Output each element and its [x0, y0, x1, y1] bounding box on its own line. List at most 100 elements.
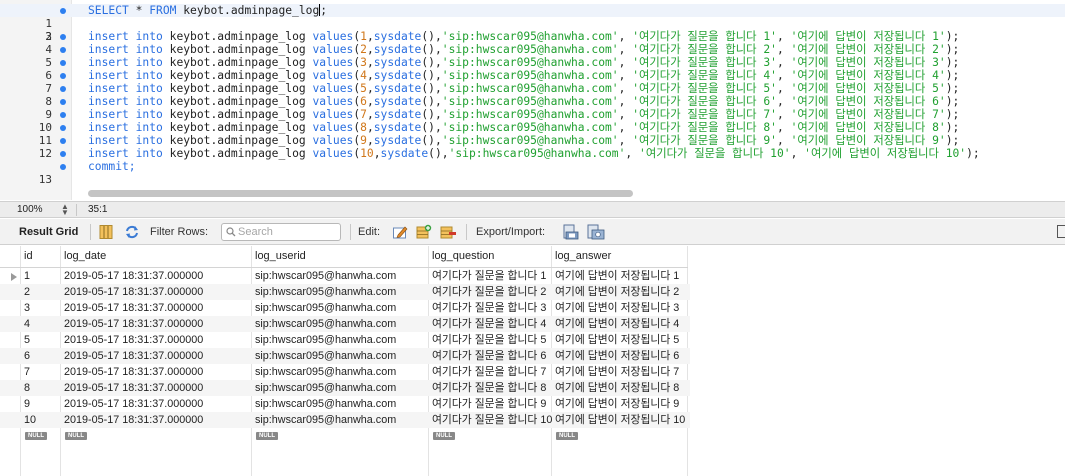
cell-log-userid[interactable]: sip:hwscar095@hanwha.com	[255, 284, 396, 300]
new-row[interactable]: NULL NULL NULL NULL NULL	[0, 428, 690, 444]
table-row[interactable]: 8 2019-05-17 18:31:37.000000 sip:hwscar095…	[0, 380, 690, 396]
table-row[interactable]: 6 2019-05-17 18:31:37.000000 sip:hwscar095…	[0, 348, 690, 364]
table-row[interactable]: 7 2019-05-17 18:31:37.000000 sip:hwscar095…	[0, 364, 690, 380]
code-line-12[interactable]: 12 insert into keybot.adminpage_log value…	[0, 147, 1065, 160]
cell-log-answer[interactable]: 여기에 답변이 저장됩니다 7	[555, 364, 679, 380]
search-input[interactable]	[238, 225, 338, 239]
cell-log-question[interactable]: 여기다가 질문을 합니다 7	[432, 364, 546, 380]
sql-editor[interactable]: 1 SELECT * FROM keybot.adminpage_log; 2 …	[0, 0, 1065, 200]
cell-id[interactable]: 1	[24, 268, 30, 284]
cell-log-userid[interactable]: sip:hwscar095@hanwha.com	[255, 300, 396, 316]
column-header-log-answer[interactable]: log_answer	[555, 246, 611, 268]
cell-id[interactable]: 9	[24, 396, 30, 412]
cell-log-userid[interactable]: sip:hwscar095@hanwha.com	[255, 396, 396, 412]
horizontal-scrollbar[interactable]	[88, 190, 633, 197]
cell-log-question[interactable]: 여기다가 질문을 합니다 4	[432, 316, 546, 332]
filter-rows-search[interactable]	[221, 223, 341, 241]
refresh-icon[interactable]	[124, 224, 140, 240]
cell-log-question[interactable]: 여기다가 질문을 합니다 1	[432, 268, 546, 284]
cell-log-date[interactable]: 2019-05-17 18:31:37.000000	[64, 316, 203, 332]
cell-log-answer[interactable]: 여기에 답변이 저장됩니다 8	[555, 380, 679, 396]
result-grid[interactable]: id log_date log_userid log_question log_…	[0, 246, 1065, 476]
cell-log-date[interactable]: 2019-05-17 18:31:37.000000	[64, 396, 203, 412]
cell-log-answer[interactable]: 여기에 답변이 저장됩니다 2	[555, 284, 679, 300]
cell-log-userid[interactable]: sip:hwscar095@hanwha.com	[255, 364, 396, 380]
code-line-5[interactable]: 5 insert into keybot.adminpage_log values…	[0, 56, 1065, 69]
cell-log-date[interactable]: 2019-05-17 18:31:37.000000	[64, 412, 203, 428]
null-badge[interactable]: NULL	[433, 432, 455, 440]
statement-dot-icon[interactable]	[60, 72, 66, 79]
cell-log-date[interactable]: 2019-05-17 18:31:37.000000	[64, 364, 203, 380]
cell-log-date[interactable]: 2019-05-17 18:31:37.000000	[64, 268, 203, 284]
statement-dot-icon[interactable]	[60, 46, 66, 53]
statement-dot-icon[interactable]	[60, 7, 66, 14]
cell-log-answer[interactable]: 여기에 답변이 저장됩니다 4	[555, 316, 679, 332]
statement-dot-icon[interactable]	[60, 59, 66, 66]
delete-row-icon[interactable]	[440, 224, 456, 240]
cell-log-question[interactable]: 여기다가 질문을 합니다 3	[432, 300, 546, 316]
cell-log-date[interactable]: 2019-05-17 18:31:37.000000	[64, 380, 203, 396]
cell-id[interactable]: 8	[24, 380, 30, 396]
panel-toggle-icon[interactable]	[1057, 225, 1065, 238]
code-line-8[interactable]: 8 insert into keybot.adminpage_log values…	[0, 95, 1065, 108]
grid-view-icon[interactable]	[98, 224, 114, 240]
cell-log-question[interactable]: 여기다가 질문을 합니다 5	[432, 332, 546, 348]
cell-log-answer[interactable]: 여기에 답변이 저장됩니다 10	[555, 412, 685, 428]
cell-log-answer[interactable]: 여기에 답변이 저장됩니다 5	[555, 332, 679, 348]
import-icon[interactable]	[587, 224, 605, 240]
code-line-6[interactable]: 6 insert into keybot.adminpage_log values…	[0, 69, 1065, 82]
null-badge[interactable]: NULL	[25, 432, 47, 440]
cell-log-date[interactable]: 2019-05-17 18:31:37.000000	[64, 332, 203, 348]
cell-log-question[interactable]: 여기다가 질문을 합니다 8	[432, 380, 546, 396]
code-line-4[interactable]: 4 insert into keybot.adminpage_log values…	[0, 43, 1065, 56]
table-row[interactable]: 3 2019-05-17 18:31:37.000000 sip:hwscar095…	[0, 300, 690, 316]
cell-log-answer[interactable]: 여기에 답변이 저장됩니다 1	[555, 268, 679, 284]
code-line-13[interactable]: 13 commit;	[0, 160, 1065, 186]
cell-log-answer[interactable]: 여기에 답변이 저장됩니다 9	[555, 396, 679, 412]
cell-id[interactable]: 4	[24, 316, 30, 332]
export-icon[interactable]	[563, 224, 579, 240]
cell-log-userid[interactable]: sip:hwscar095@hanwha.com	[255, 316, 396, 332]
table-row[interactable]: 2 2019-05-17 18:31:37.000000 sip:hwscar095…	[0, 284, 690, 300]
code-line-2[interactable]: 2	[0, 17, 1065, 43]
cell-log-answer[interactable]: 여기에 답변이 저장됩니다 3	[555, 300, 679, 316]
table-row[interactable]: 9 2019-05-17 18:31:37.000000 sip:hwscar095…	[0, 396, 690, 412]
edit-row-icon[interactable]	[392, 224, 408, 240]
code-line-11[interactable]: 11 insert into keybot.adminpage_log value…	[0, 134, 1065, 147]
cell-id[interactable]: 3	[24, 300, 30, 316]
cell-log-question[interactable]: 여기다가 질문을 합니다 10	[432, 412, 552, 428]
cell-id[interactable]: 10	[24, 412, 36, 428]
cell-log-answer[interactable]: 여기에 답변이 저장됩니다 6	[555, 348, 679, 364]
column-header-log-userid[interactable]: log_userid	[255, 246, 306, 268]
code-line-10[interactable]: 10 insert into keybot.adminpage_log value…	[0, 121, 1065, 134]
cell-log-userid[interactable]: sip:hwscar095@hanwha.com	[255, 268, 396, 284]
cell-id[interactable]: 5	[24, 332, 30, 348]
statement-dot-icon[interactable]	[60, 150, 66, 157]
null-badge[interactable]: NULL	[556, 432, 578, 440]
code-line-1[interactable]: 1 SELECT * FROM keybot.adminpage_log;	[0, 4, 1065, 30]
result-grid-tab[interactable]: Result Grid	[19, 219, 78, 245]
cell-log-date[interactable]: 2019-05-17 18:31:37.000000	[64, 284, 203, 300]
table-row[interactable]: 10 2019-05-17 18:31:37.000000 sip:hwscar09…	[0, 412, 690, 428]
cell-log-question[interactable]: 여기다가 질문을 합니다 2	[432, 284, 546, 300]
cell-log-question[interactable]: 여기다가 질문을 합니다 9	[432, 396, 546, 412]
table-row[interactable]: 4 2019-05-17 18:31:37.000000 sip:hwscar095…	[0, 316, 690, 332]
column-header-log-question[interactable]: log_question	[432, 246, 494, 268]
statement-dot-icon[interactable]	[60, 124, 66, 131]
cell-id[interactable]: 6	[24, 348, 30, 364]
zoom-stepper-icon[interactable]: ▲ ▼	[60, 203, 70, 217]
column-header-log-date[interactable]: log_date	[64, 246, 106, 268]
statement-dot-icon[interactable]	[60, 163, 66, 170]
cell-log-userid[interactable]: sip:hwscar095@hanwha.com	[255, 332, 396, 348]
code-line-7[interactable]: 7 insert into keybot.adminpage_log values…	[0, 82, 1065, 95]
cell-log-date[interactable]: 2019-05-17 18:31:37.000000	[64, 348, 203, 364]
cell-log-userid[interactable]: sip:hwscar095@hanwha.com	[255, 348, 396, 364]
statement-dot-icon[interactable]	[60, 111, 66, 118]
add-row-icon[interactable]	[416, 224, 432, 240]
statement-dot-icon[interactable]	[60, 98, 66, 105]
table-row[interactable]: 1 2019-05-17 18:31:37.000000 sip:hwscar095…	[0, 268, 690, 284]
null-badge[interactable]: NULL	[65, 432, 87, 440]
cell-log-question[interactable]: 여기다가 질문을 합니다 6	[432, 348, 546, 364]
statement-dot-icon[interactable]	[60, 137, 66, 144]
null-badge[interactable]: NULL	[256, 432, 278, 440]
